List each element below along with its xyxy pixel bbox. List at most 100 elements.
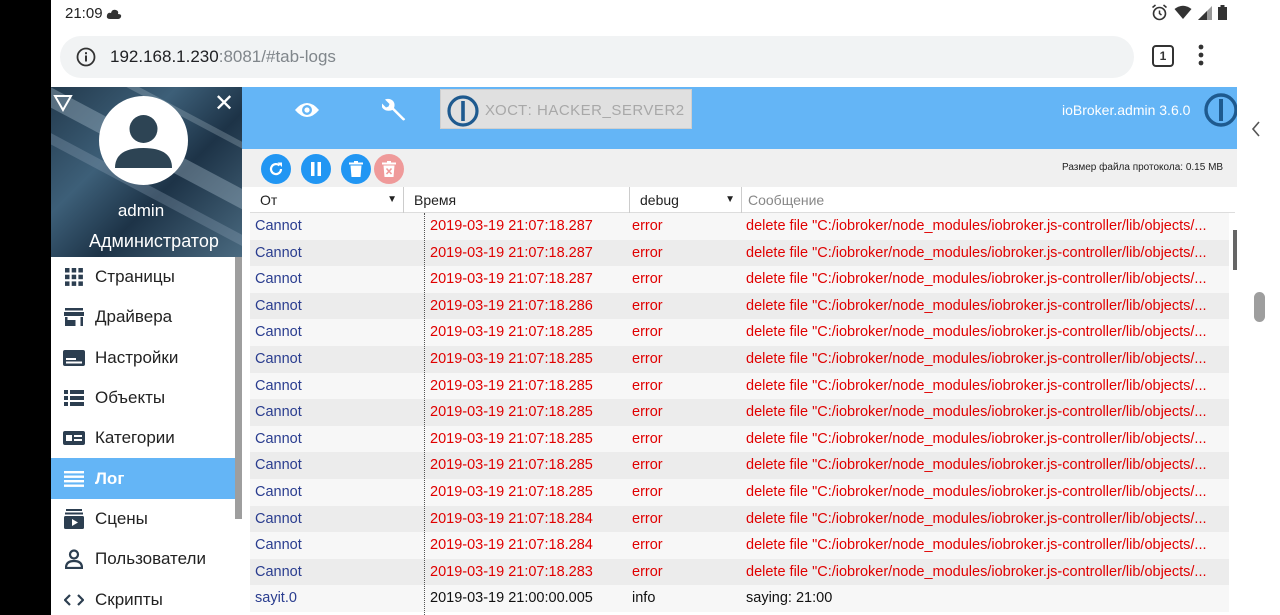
- cell-time: 2019-03-19 21:07:18.285: [430, 483, 593, 500]
- cell-severity: error: [632, 377, 663, 394]
- iobroker-logo-icon: [447, 95, 479, 132]
- cell-message: delete file "C:/iobroker/node_modules/io…: [746, 350, 1207, 367]
- caret-down-icon: ▼: [725, 194, 735, 205]
- eye-icon[interactable]: [294, 100, 320, 125]
- table-row[interactable]: Cannot 2019-03-19 21:07:18.285 error del…: [250, 399, 1229, 426]
- list-icon: [63, 387, 85, 409]
- table-row[interactable]: Cannot 2019-03-19 21:07:18.287 error del…: [250, 239, 1229, 267]
- address-bar[interactable]: 192.168.1.230:8081/#tab-logs: [60, 36, 1134, 78]
- cell-severity: error: [632, 350, 663, 367]
- sidebar-item-users[interactable]: Пользователи: [51, 539, 235, 579]
- iobroker-logo-icon: [1204, 93, 1238, 132]
- cell-severity: error: [632, 563, 663, 580]
- avatar: [99, 96, 188, 185]
- cell-message: delete file "C:/iobroker/node_modules/io…: [746, 297, 1207, 314]
- sidebar-item-label: Настройки: [95, 347, 179, 367]
- host-selector[interactable]: ХОСТ: HACKER_SERVER2: [440, 89, 692, 129]
- cell-time: 2019-03-19 21:07:18.285: [430, 350, 593, 367]
- cell-message: delete file "C:/iobroker/node_modules/io…: [746, 244, 1207, 261]
- table-row[interactable]: Cannot 2019-03-19 21:07:18.283 error del…: [250, 558, 1229, 586]
- filter-icon[interactable]: [53, 94, 73, 117]
- sidebar-scrollbar[interactable]: [235, 257, 242, 519]
- sidebar-item-label: Страницы: [95, 267, 175, 287]
- screen-left-edge: [0, 0, 51, 615]
- url-path: :8081/#tab-logs: [218, 47, 336, 66]
- refresh-icon: [269, 162, 283, 176]
- table-row[interactable]: Cannot 2019-03-19 21:07:18.287 error del…: [250, 213, 1229, 240]
- sidebar-item-settings[interactable]: Настройки: [51, 338, 235, 378]
- page-scrollbar[interactable]: [1254, 292, 1265, 322]
- chevron-left-icon[interactable]: [1248, 118, 1264, 140]
- cell-severity: error: [632, 297, 663, 314]
- time-header-label: Время: [414, 192, 457, 208]
- log-icon: [63, 468, 85, 490]
- cell-from: sayit.0: [255, 590, 297, 607]
- table-row[interactable]: Cannot 2019-03-19 21:07:18.285 error del…: [250, 478, 1229, 506]
- table-row[interactable]: Cannot 2019-03-19 21:07:18.284 error del…: [250, 532, 1229, 559]
- cell-message: delete file "C:/iobroker/node_modules/io…: [746, 324, 1207, 341]
- pause-icon: [311, 162, 321, 176]
- sidebar-item-categories[interactable]: Категории: [51, 418, 235, 458]
- table-row[interactable]: Cannot 2019-03-19 21:07:18.285 error del…: [250, 372, 1229, 400]
- from-filter[interactable]: От ▼: [250, 187, 404, 213]
- sidebar-item-label: Драйвера: [95, 307, 173, 327]
- cell-message: saying: 21:00: [746, 590, 833, 607]
- sidebar-item-scenes[interactable]: Сцены: [51, 499, 235, 539]
- cell-time: 2019-03-19 21:07:18.287: [430, 218, 593, 234]
- status-bar: 21:09: [51, 0, 1237, 28]
- log-table: От ▼ Время debug ▼ Сообщение Cannot 2019…: [242, 187, 1237, 615]
- time-filter[interactable]: Время: [404, 187, 630, 213]
- table-row[interactable]: Cannot 2019-03-19 21:07:18.285 error del…: [250, 452, 1229, 479]
- top-bar: ХОСТ: HACKER_SERVER2 ioBroker.admin 3.6.…: [242, 87, 1238, 149]
- message-filter[interactable]: Сообщение: [742, 187, 1235, 213]
- signal-icon: [1198, 5, 1212, 20]
- cell-time: 2019-03-19 21:07:18.287: [430, 244, 593, 261]
- cell-from: Cannot: [255, 563, 302, 580]
- user-icon: [63, 548, 85, 570]
- cell-from: Cannot: [255, 297, 302, 314]
- table-row[interactable]: Cannot 2019-03-19 21:07:18.285 error del…: [250, 425, 1229, 453]
- table-row[interactable]: sayit.0 2019-03-19 21:00:00.005 info say…: [250, 585, 1229, 612]
- table-header: От ▼ Время debug ▼ Сообщение: [250, 187, 1235, 213]
- sidebar-menu: Страницы Драйвера Настройки Объекты Кате…: [51, 257, 235, 615]
- from-header-label: От: [260, 192, 278, 208]
- table-row[interactable]: Cannot 2019-03-19 21:07:18.286 error del…: [250, 292, 1229, 320]
- sidebar-item-drivers[interactable]: Драйвера: [51, 297, 235, 337]
- wrench-icon[interactable]: [381, 97, 408, 128]
- grid-icon: [63, 266, 85, 288]
- cell-from: Cannot: [255, 483, 302, 500]
- cell-message: delete file "C:/iobroker/node_modules/io…: [746, 430, 1207, 447]
- more-menu-icon[interactable]: [1197, 43, 1205, 72]
- sidebar-item-pages[interactable]: Страницы: [51, 257, 235, 297]
- cell-message: delete file "C:/iobroker/node_modules/io…: [746, 377, 1207, 394]
- pause-button[interactable]: [301, 154, 331, 184]
- table-row[interactable]: Cannot 2019-03-19 21:07:18.284 error del…: [250, 505, 1229, 533]
- sidebar-item-log[interactable]: Лог: [51, 458, 235, 499]
- severity-header-label: debug: [640, 192, 679, 208]
- info-icon[interactable]: [76, 47, 96, 72]
- trash-icon: [349, 161, 363, 177]
- table-row[interactable]: Cannot 2019-03-19 21:07:18.287 error del…: [250, 266, 1229, 293]
- cell-severity: error: [632, 430, 663, 447]
- sidebar-item-scripts[interactable]: Скрипты: [51, 579, 235, 615]
- sidebar-item-label: Сцены: [95, 508, 148, 528]
- table-row[interactable]: Cannot 2019-03-19 21:07:18.285 error del…: [250, 319, 1229, 346]
- refresh-button[interactable]: [261, 154, 291, 184]
- close-icon[interactable]: ✕: [214, 92, 234, 116]
- trash-x-icon: [382, 161, 396, 177]
- severity-filter[interactable]: debug ▼: [630, 187, 742, 213]
- cell-severity: error: [632, 218, 663, 234]
- cell-time: 2019-03-19 21:00:00.005: [430, 590, 593, 607]
- table-row[interactable]: Cannot 2019-03-19 21:07:18.285 error del…: [250, 345, 1229, 373]
- cell-from: Cannot: [255, 244, 302, 261]
- scenes-icon: [63, 508, 85, 530]
- delete-all-button[interactable]: [374, 154, 404, 184]
- tab-switcher-button[interactable]: 1: [1152, 45, 1174, 67]
- url-text[interactable]: 192.168.1.230:8081/#tab-logs: [110, 47, 336, 67]
- cell-from: Cannot: [255, 404, 302, 421]
- cloud-icon: [106, 7, 122, 25]
- profile-header: ✕ admin Администратор: [51, 87, 242, 257]
- status-time: 21:09: [65, 5, 103, 22]
- sidebar-item-objects[interactable]: Объекты: [51, 378, 235, 418]
- delete-button[interactable]: [341, 154, 371, 184]
